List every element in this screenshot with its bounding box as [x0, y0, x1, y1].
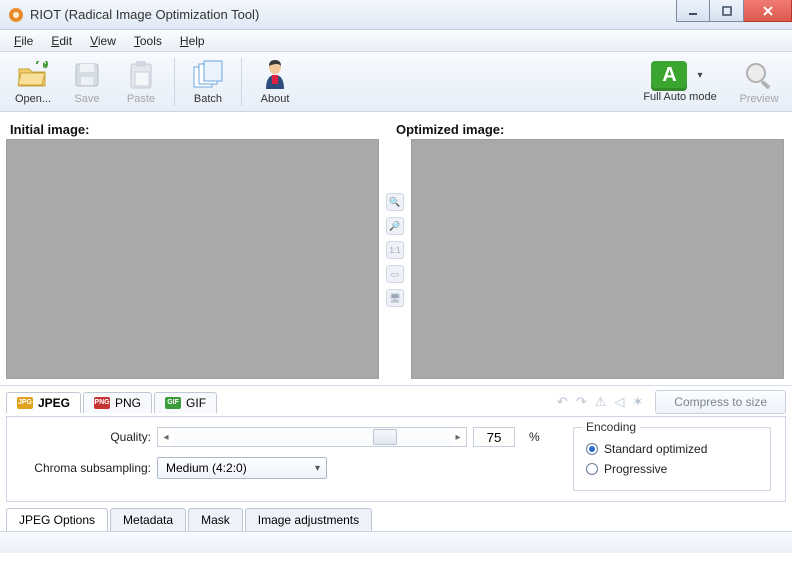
menu-tools[interactable]: Tools: [126, 32, 170, 50]
actual-size-icon[interactable]: 1:1: [386, 241, 404, 259]
initial-image-label: Initial image:: [6, 118, 384, 139]
save-button[interactable]: Save: [62, 54, 112, 110]
open-button[interactable]: Open...: [8, 54, 58, 110]
chroma-value: Medium (4:2:0): [166, 461, 247, 475]
encoding-legend: Encoding: [582, 420, 640, 434]
zoom-in-icon[interactable]: 🔍: [386, 193, 404, 211]
format-tab-jpeg[interactable]: JPGJPEG: [6, 392, 81, 413]
slider-right-arrow-icon[interactable]: ▸: [450, 432, 466, 443]
batch-button[interactable]: Batch: [183, 54, 233, 110]
slider-left-arrow-icon[interactable]: ◂: [158, 432, 174, 443]
about-button[interactable]: About: [250, 54, 300, 110]
close-button[interactable]: [744, 0, 792, 22]
bottom-tab-mask[interactable]: Mask: [188, 508, 243, 531]
quality-input[interactable]: [473, 427, 515, 447]
percent-label: %: [529, 430, 553, 444]
options-panel: Quality: ◂ ▸ % Chroma subsampling: Mediu…: [6, 416, 786, 502]
folder-open-icon: [16, 59, 50, 91]
preview-button[interactable]: Preview: [734, 54, 784, 110]
about-label: About: [261, 93, 290, 105]
preview-label: Preview: [739, 93, 778, 105]
zoom-out-icon[interactable]: 🔎: [386, 217, 404, 235]
radio-icon: [586, 463, 598, 475]
window-title: RIOT (Radical Image Optimization Tool): [30, 7, 259, 22]
minimize-button[interactable]: [676, 0, 710, 22]
bottom-tab-jpeg-options[interactable]: JPEG Options: [6, 508, 108, 531]
gif-badge-icon: GIF: [165, 397, 181, 409]
star-icon[interactable]: ✶: [632, 394, 643, 410]
person-icon: [258, 59, 292, 91]
format-tabs: JPGJPEGPNGPNGGIFGIF: [6, 392, 217, 413]
workspace: Initial image: Optimized image: 🔍 🔎 1:1 …: [0, 112, 792, 385]
initial-image-panel[interactable]: [6, 139, 379, 379]
encoding-radio-progressive[interactable]: Progressive: [586, 462, 758, 476]
format-tab-png[interactable]: PNGPNG: [83, 392, 152, 413]
paste-label: Paste: [127, 93, 155, 105]
paste-button[interactable]: Paste: [116, 54, 166, 110]
toolbar: Open... Save Paste Batch About A ▾ Full …: [0, 52, 792, 112]
status-bar: [0, 531, 792, 553]
format-row: JPGJPEGPNGPNGGIFGIF ↶ ↷ ⚠ ◁ ✶ Compress to si…: [0, 385, 792, 416]
menu-view[interactable]: View: [82, 32, 124, 50]
encoding-group: Encoding Standard optimizedProgressive: [573, 427, 771, 491]
warning-icon[interactable]: ⚠: [595, 394, 607, 410]
auto-mode-button[interactable]: A ▾ Full Auto mode: [630, 54, 730, 110]
quality-slider[interactable]: ◂ ▸: [157, 427, 467, 447]
optimized-image-label: Optimized image:: [392, 118, 508, 139]
maximize-button[interactable]: [710, 0, 744, 22]
app-icon: [8, 7, 24, 23]
bottom-tab-metadata[interactable]: Metadata: [110, 508, 186, 531]
optimized-image-panel[interactable]: [411, 139, 784, 379]
transform-icons: ↶ ↷ ⚠ ◁ ✶: [557, 394, 643, 410]
open-label: Open...: [15, 93, 51, 105]
window-buttons: [676, 0, 792, 22]
bottom-tabs: JPEG OptionsMetadataMaskImage adjustment…: [6, 508, 786, 531]
zoom-controls: 🔍 🔎 1:1 ▭ 🖥: [383, 139, 407, 379]
menu-edit[interactable]: Edit: [43, 32, 80, 50]
chroma-combo[interactable]: Medium (4:2:0): [157, 457, 327, 479]
chevron-down-icon[interactable]: ▾: [691, 70, 708, 81]
menu-help[interactable]: Help: [172, 32, 213, 50]
fit-icon[interactable]: ▭: [386, 265, 404, 283]
menubar: File Edit View Tools Help: [0, 30, 792, 52]
floppy-icon: [70, 59, 104, 91]
titlebar: RIOT (Radical Image Optimization Tool): [0, 0, 792, 30]
toolbar-separator: [174, 58, 175, 106]
auto-mode-icon: A: [651, 61, 687, 91]
screen-icon[interactable]: 🖥: [386, 289, 404, 307]
save-label: Save: [74, 93, 99, 105]
toolbar-separator: [241, 58, 242, 106]
chroma-label: Chroma subsampling:: [21, 461, 151, 475]
magnifier-icon: [742, 59, 776, 91]
format-tab-gif[interactable]: GIFGIF: [154, 392, 217, 413]
encoding-radio-standard-optimized[interactable]: Standard optimized: [586, 442, 758, 456]
undo-icon[interactable]: ↶: [557, 394, 568, 410]
redo-icon[interactable]: ↷: [576, 394, 587, 410]
compress-to-size-button[interactable]: Compress to size: [655, 390, 786, 414]
flip-icon[interactable]: ◁: [614, 394, 624, 410]
jpeg-badge-icon: JPG: [17, 397, 33, 409]
batch-icon: [191, 59, 225, 91]
batch-label: Batch: [194, 93, 222, 105]
radio-icon: [586, 443, 598, 455]
auto-mode-label: Full Auto mode: [643, 91, 716, 103]
png-badge-icon: PNG: [94, 397, 110, 409]
clipboard-icon: [124, 59, 158, 91]
quality-label: Quality:: [21, 430, 151, 444]
bottom-tab-image-adjustments[interactable]: Image adjustments: [245, 508, 372, 531]
menu-file[interactable]: File: [6, 32, 41, 50]
